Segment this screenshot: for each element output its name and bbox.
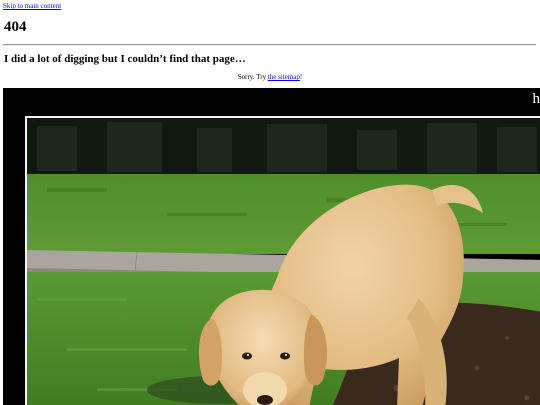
photo-overlay-text: h xyxy=(532,91,540,107)
dog-digging-illustration xyxy=(27,118,540,405)
digging-dog-photo: h xyxy=(3,88,540,405)
divider xyxy=(3,44,536,46)
photo-scene xyxy=(25,116,540,405)
sorry-text: Sorry. Try the sitemap! xyxy=(0,73,540,82)
sorry-prefix: Sorry. Try xyxy=(237,73,268,81)
error-message: I did a lot of digging but I couldn’t fi… xyxy=(4,53,246,65)
sorry-suffix: ! xyxy=(299,73,303,81)
sitemap-link[interactable]: the sitemap xyxy=(268,73,300,81)
page-title: 404 xyxy=(4,19,27,35)
skip-to-main-link[interactable]: Skip to main content xyxy=(3,2,61,11)
